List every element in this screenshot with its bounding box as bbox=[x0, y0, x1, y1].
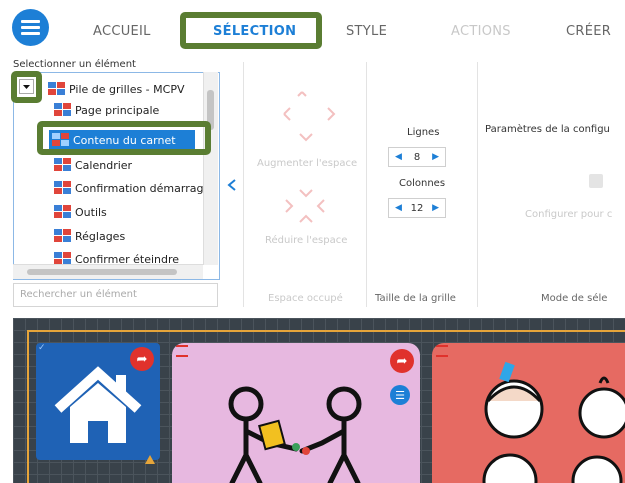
tree-item-label: Outils bbox=[75, 205, 107, 219]
select-element-title: Selectionner un élément bbox=[13, 59, 136, 70]
decrement-icon[interactable]: ◀ bbox=[395, 152, 402, 162]
tree-item-label: Page principale bbox=[75, 103, 160, 117]
tree-item-label: Calendrier bbox=[75, 158, 133, 172]
tree-horizontal-scrollbar[interactable] bbox=[13, 264, 203, 279]
cols-label: Colonnes bbox=[399, 178, 446, 189]
tree-vertical-scrollbar[interactable] bbox=[203, 72, 218, 265]
grid-icon bbox=[54, 158, 71, 172]
grid-stack-icon bbox=[48, 82, 65, 96]
tab-actions: ACTIONS bbox=[451, 24, 511, 39]
share-arrow-icon[interactable]: ➦ bbox=[390, 349, 414, 373]
menu-lines-icon[interactable]: ☰ bbox=[390, 385, 410, 405]
divider bbox=[243, 62, 244, 307]
tree-item-label: Confirmation démarrage bbox=[75, 181, 211, 195]
selected-item-highlight bbox=[37, 121, 211, 155]
tree-item-calendrier[interactable]: Calendrier bbox=[54, 155, 132, 175]
cols-value: 12 bbox=[410, 202, 424, 214]
top-navigation: ACCUEIL SÉLECTION STYLE ACTIONS CRÉER bbox=[0, 0, 625, 58]
cell-contenu-carnet[interactable]: ➦ ☰ bbox=[172, 343, 420, 483]
increase-space-icon bbox=[280, 88, 340, 148]
grid-icon bbox=[54, 229, 71, 243]
increment-icon[interactable]: ▶ bbox=[432, 152, 439, 162]
grid-icon bbox=[54, 205, 71, 219]
collapse-arrow-icon[interactable] bbox=[226, 177, 238, 191]
tab-creer[interactable]: CRÉER bbox=[566, 24, 611, 39]
element-search-input[interactable]: Rechercher un élément bbox=[13, 283, 218, 307]
resize-handle-icon[interactable] bbox=[145, 455, 155, 464]
cell-outils[interactable] bbox=[432, 343, 625, 483]
tab-selection[interactable]: SÉLECTION bbox=[213, 24, 296, 39]
divider bbox=[477, 62, 478, 307]
mode-footer: Mode de séle bbox=[541, 293, 608, 304]
reduce-space-label: Réduire l'espace bbox=[265, 235, 348, 246]
hygiene-pictogram-icon bbox=[482, 361, 625, 483]
tree-item-page-principale[interactable]: Page principale bbox=[54, 100, 159, 120]
tab-style[interactable]: STYLE bbox=[346, 24, 387, 39]
grid-tree[interactable]: Pile de grilles - MCPV Page principale C… bbox=[13, 72, 220, 280]
rows-value: 8 bbox=[413, 151, 421, 163]
rows-stepper[interactable]: ◀ 8 ▶ bbox=[388, 147, 446, 167]
tab-accueil[interactable]: ACCUEIL bbox=[93, 24, 151, 39]
configure-icon bbox=[585, 170, 607, 192]
increase-space-label: Augmenter l'espace bbox=[257, 158, 358, 169]
grid-icon bbox=[54, 103, 71, 117]
config-params-title: Paramètres de la configu bbox=[485, 124, 610, 135]
divider bbox=[366, 62, 367, 307]
rows-label: Lignes bbox=[407, 127, 440, 138]
share-arrow-icon[interactable]: ➦ bbox=[130, 347, 154, 371]
tree-item-reglages[interactable]: Réglages bbox=[54, 226, 125, 246]
tree-item-outils[interactable]: Outils bbox=[54, 202, 107, 222]
tree-root-label: Pile de grilles - MCPV bbox=[69, 82, 185, 96]
expand-arrow-icon[interactable] bbox=[19, 79, 34, 94]
decrement-icon[interactable]: ◀ bbox=[395, 203, 402, 213]
tree-item-label: Réglages bbox=[75, 229, 126, 243]
grid-icon bbox=[54, 181, 71, 195]
tree-item-confirmation-demarrage[interactable]: Confirmation démarrage bbox=[54, 178, 210, 198]
menu-icon[interactable] bbox=[12, 9, 49, 46]
space-panel-footer: Espace occupé bbox=[268, 293, 343, 304]
increment-icon[interactable]: ▶ bbox=[432, 203, 439, 213]
cell-handle-icon[interactable] bbox=[176, 345, 188, 357]
tree-root[interactable]: Pile de grilles - MCPV bbox=[48, 79, 184, 99]
grid-size-footer: Taille de la grille bbox=[375, 293, 456, 304]
configure-label: Configurer pour c bbox=[525, 209, 613, 220]
cell-home[interactable]: ➦ bbox=[36, 343, 160, 460]
cell-corner-icon: ✓ bbox=[38, 343, 46, 353]
cell-handle-icon[interactable] bbox=[436, 345, 448, 357]
exchange-pictogram-icon bbox=[228, 386, 362, 483]
cols-stepper[interactable]: ◀ 12 ▶ bbox=[388, 198, 446, 218]
reduce-space-icon bbox=[282, 186, 342, 236]
